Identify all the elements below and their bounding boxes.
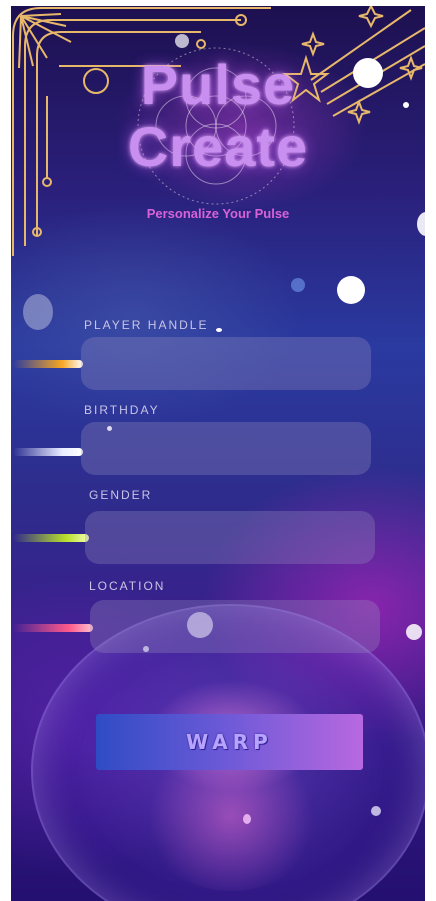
comet-streak-icon bbox=[13, 448, 83, 456]
page-subtitle: Personalize Your Pulse bbox=[146, 206, 290, 221]
warp-button[interactable]: WARP bbox=[96, 714, 363, 770]
glow-orb bbox=[175, 34, 189, 48]
page-title-line2: Create bbox=[127, 115, 309, 178]
location-label: LOCATION bbox=[89, 579, 166, 593]
player-handle-input[interactable] bbox=[81, 337, 371, 390]
comet-streak-icon bbox=[13, 624, 93, 632]
glow-orb bbox=[216, 328, 222, 332]
gender-label: GENDER bbox=[89, 488, 153, 502]
glow-orb bbox=[23, 294, 53, 330]
player-handle-label: PLAYER HANDLE bbox=[84, 318, 209, 332]
game-screen: Pulse Create Personalize Your Pulse PLAY… bbox=[11, 6, 425, 901]
gender-input[interactable] bbox=[85, 511, 375, 564]
glow-orb bbox=[406, 624, 422, 640]
comet-streak-icon bbox=[13, 360, 83, 368]
birthday-input[interactable] bbox=[81, 422, 371, 475]
birthday-label: BIRTHDAY bbox=[84, 403, 160, 417]
comet-streak-icon bbox=[13, 534, 89, 542]
location-input[interactable] bbox=[90, 600, 380, 653]
page-title-line1: Pulse bbox=[140, 53, 296, 116]
glow-orb bbox=[337, 276, 365, 304]
glow-orb bbox=[291, 278, 305, 292]
